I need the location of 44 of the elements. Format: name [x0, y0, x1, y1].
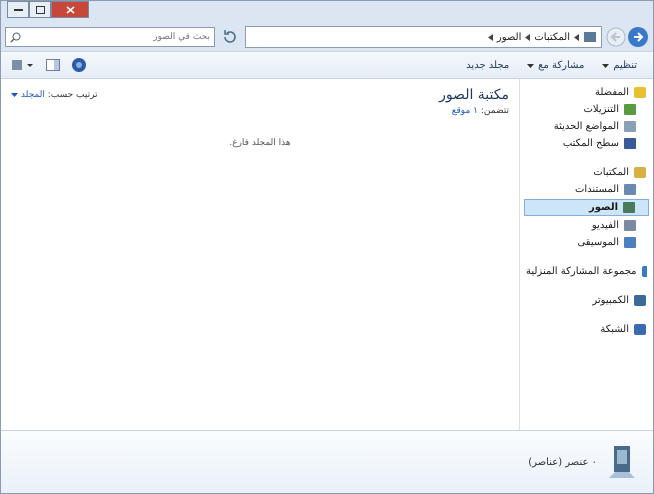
minimize-button[interactable]: [7, 1, 29, 18]
sidebar-item[interactable]: الموسيقى: [524, 235, 649, 250]
minimize-icon: [14, 8, 22, 11]
breadcrumb-item[interactable]: الصور: [496, 32, 522, 42]
arrange-by-label: ترتيب حسب:: [48, 90, 98, 100]
chevron-icon[interactable]: [525, 34, 530, 40]
caret-icon: [602, 64, 610, 68]
sidebar-item[interactable]: مجموعة المشاركة المنزلية: [524, 264, 649, 279]
view-options-icon[interactable]: [11, 58, 35, 72]
empty-folder-message: هذا المجلد فارغ.: [228, 138, 292, 148]
sidebar-item[interactable]: الفيديو: [524, 218, 649, 233]
item-count: ٠ عنصر (عناصر): [528, 456, 597, 468]
chevron-icon[interactable]: [574, 34, 579, 40]
caret-icon: [11, 93, 18, 97]
chevron-icon[interactable]: [488, 34, 493, 40]
toolbar-button[interactable]: تنظيم: [596, 58, 643, 72]
close-button[interactable]: [51, 1, 89, 18]
sidebar-item[interactable]: الكمبيوتر: [524, 293, 649, 308]
sidebar-item[interactable]: التنزيلات: [524, 102, 649, 117]
breadcrumb-item[interactable]: المكتبات: [534, 32, 570, 42]
sidebar-item[interactable]: المستندات: [524, 182, 649, 197]
help-icon[interactable]: [71, 57, 87, 73]
locations-link[interactable]: ١ موقع: [452, 106, 478, 116]
sidebar-item[interactable]: سطح المكتب: [524, 136, 649, 151]
search-icon: [10, 32, 21, 43]
caret-icon: [527, 64, 534, 68]
back-icon[interactable]: [627, 26, 649, 48]
sidebar-item[interactable]: المفضلة: [524, 85, 649, 100]
arrange-by-dropdown[interactable]: المجلد: [11, 90, 45, 100]
address-bar[interactable]: المكتبات الصور: [245, 26, 602, 48]
toolbar-button[interactable]: مشاركة مع: [521, 58, 590, 72]
picture-library-icon: [607, 444, 637, 480]
search-field[interactable]: بحث في الصور: [5, 27, 215, 47]
sidebar-item[interactable]: الصور: [524, 199, 649, 216]
preview-pane-icon[interactable]: [45, 58, 61, 72]
maximize-icon: [36, 6, 44, 14]
toolbar-button[interactable]: مجلد جديد: [460, 58, 516, 72]
includes-label: تتضمن:: [480, 106, 509, 116]
sidebar-item[interactable]: الشبكة: [524, 322, 649, 337]
close-icon: [66, 6, 74, 14]
sidebar-item[interactable]: المواضع الحديثة: [524, 119, 649, 134]
sidebar-item[interactable]: المكتبات: [524, 165, 649, 180]
library-title: مكتبة الصور: [439, 87, 509, 103]
maximize-button[interactable]: [29, 1, 51, 18]
